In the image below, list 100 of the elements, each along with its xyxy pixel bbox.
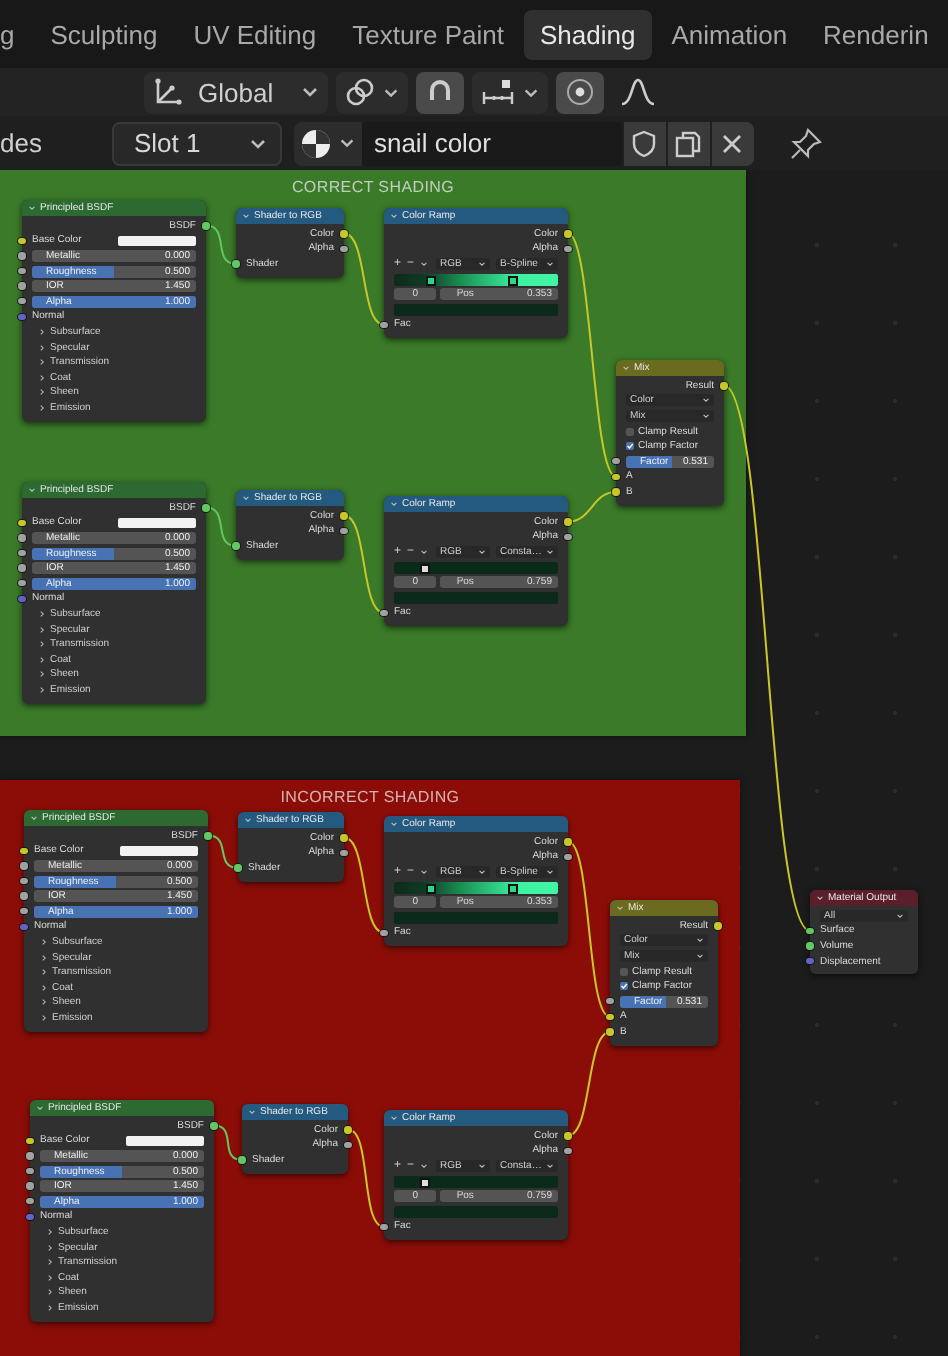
socket-dot[interactable] xyxy=(234,864,242,872)
color-ramp-drawing[interactable] xyxy=(394,1175,558,1188)
socket-dot[interactable] xyxy=(18,267,26,275)
slot-dropdown[interactable]: Slot 1 xyxy=(111,121,282,165)
socket-dot[interactable] xyxy=(20,862,28,870)
material-name-field[interactable]: snail color xyxy=(361,121,622,165)
workspace-tab[interactable]: UV Editing xyxy=(177,9,333,59)
socket-dot[interactable] xyxy=(18,313,26,321)
socket-dot[interactable] xyxy=(26,1198,34,1205)
socket-dot[interactable] xyxy=(232,260,240,268)
socket-dot[interactable] xyxy=(18,580,26,587)
socket-dot[interactable] xyxy=(612,458,620,465)
checkbox[interactable] xyxy=(626,442,634,451)
socket-dot[interactable] xyxy=(564,245,572,253)
socket-dot[interactable] xyxy=(26,1167,34,1175)
chevron-icon xyxy=(420,1161,429,1170)
socket-dot[interactable] xyxy=(18,282,26,290)
socket-dot[interactable] xyxy=(564,1147,572,1155)
color-swatch[interactable] xyxy=(119,845,198,857)
socket-dot[interactable] xyxy=(18,549,26,557)
unlink-button[interactable] xyxy=(711,121,754,165)
color-swatch[interactable] xyxy=(394,911,558,924)
socket-dot[interactable] xyxy=(26,1182,34,1190)
color-ramp-drawing[interactable] xyxy=(394,561,558,574)
socket-dot[interactable] xyxy=(232,542,240,550)
socket-dot[interactable] xyxy=(344,1141,352,1149)
workspace-tab[interactable]: Renderin xyxy=(807,9,945,59)
socket-dot[interactable] xyxy=(18,534,26,542)
socket-dot[interactable] xyxy=(26,1137,34,1145)
socket-dot[interactable] xyxy=(340,849,348,857)
socket-dot[interactable] xyxy=(564,1132,572,1139)
socket-dot[interactable] xyxy=(612,473,620,481)
socket-dot[interactable] xyxy=(20,923,28,931)
socket-dot[interactable] xyxy=(238,1156,246,1164)
color-ramp-drawing[interactable] xyxy=(394,881,558,894)
socket-dot[interactable] xyxy=(18,252,26,260)
socket-dot[interactable] xyxy=(210,1122,218,1129)
socket-dot[interactable] xyxy=(340,245,348,253)
proportional-editing-toggle[interactable] xyxy=(555,71,604,113)
color-ramp-drawing[interactable] xyxy=(394,273,558,286)
socket-dot[interactable] xyxy=(18,298,26,305)
socket-dot[interactable] xyxy=(806,927,814,935)
socket-dot[interactable] xyxy=(720,382,728,389)
socket-dot[interactable] xyxy=(380,929,388,937)
socket-dot[interactable] xyxy=(20,892,28,900)
socket-dot[interactable] xyxy=(380,1223,388,1231)
socket-dot[interactable] xyxy=(202,504,210,511)
node-link xyxy=(207,834,239,869)
socket-dot[interactable] xyxy=(564,853,572,861)
socket-dot[interactable] xyxy=(18,595,26,603)
chevron-icon xyxy=(248,1108,256,1116)
color-swatch[interactable] xyxy=(117,235,196,247)
workspace-tab[interactable]: Sculpting xyxy=(34,9,174,59)
socket-dot[interactable] xyxy=(340,230,348,237)
color-swatch[interactable] xyxy=(394,591,558,604)
material-browse-button[interactable] xyxy=(293,121,362,165)
socket-dot[interactable] xyxy=(20,908,28,915)
socket-dot[interactable] xyxy=(340,512,348,519)
socket-dot[interactable] xyxy=(380,321,388,329)
socket-dot[interactable] xyxy=(18,237,26,245)
socket-dot[interactable] xyxy=(564,518,572,525)
socket-dot[interactable] xyxy=(20,877,28,885)
color-swatch[interactable] xyxy=(125,1135,204,1147)
socket-dot[interactable] xyxy=(344,1126,352,1133)
checkbox[interactable] xyxy=(626,427,634,436)
pivot-dropdown[interactable] xyxy=(335,71,408,113)
socket-dot[interactable] xyxy=(202,222,210,229)
snap-target-dropdown[interactable] xyxy=(471,71,548,113)
workspace-tab[interactable]: Animation xyxy=(655,9,804,59)
color-swatch[interactable] xyxy=(394,303,558,316)
socket-dot[interactable] xyxy=(204,832,212,839)
socket-dot[interactable] xyxy=(18,564,26,572)
socket-dot[interactable] xyxy=(606,1028,614,1036)
color-swatch[interactable] xyxy=(117,517,196,529)
socket-dot[interactable] xyxy=(380,609,388,617)
socket-dot[interactable] xyxy=(714,922,722,929)
workspace-tab[interactable]: Texture Paint xyxy=(336,9,521,59)
checkbox[interactable] xyxy=(620,967,628,976)
workspace-tab[interactable]: g xyxy=(0,9,31,59)
socket-dot[interactable] xyxy=(564,838,572,845)
socket-dot[interactable] xyxy=(564,533,572,541)
orientation-dropdown[interactable]: Global xyxy=(144,71,328,113)
socket-dot[interactable] xyxy=(806,957,814,965)
workspace-tab[interactable]: Shading xyxy=(524,9,652,59)
socket-dot[interactable] xyxy=(26,1213,34,1221)
socket-dot[interactable] xyxy=(606,1013,614,1021)
socket-dot[interactable] xyxy=(340,834,348,841)
socket-dot[interactable] xyxy=(340,527,348,535)
socket-dot[interactable] xyxy=(564,230,572,237)
duplicate-button[interactable] xyxy=(667,121,710,165)
socket-dot[interactable] xyxy=(18,519,26,527)
color-swatch[interactable] xyxy=(394,1205,558,1218)
socket-dot[interactable] xyxy=(806,942,814,950)
fake-user-button[interactable] xyxy=(623,121,666,165)
snap-toggle[interactable] xyxy=(415,71,464,113)
socket-dot[interactable] xyxy=(606,998,614,1005)
socket-dot[interactable] xyxy=(26,1152,34,1160)
socket-dot[interactable] xyxy=(20,847,28,855)
socket-dot[interactable] xyxy=(612,488,620,496)
checkbox[interactable] xyxy=(620,982,628,991)
